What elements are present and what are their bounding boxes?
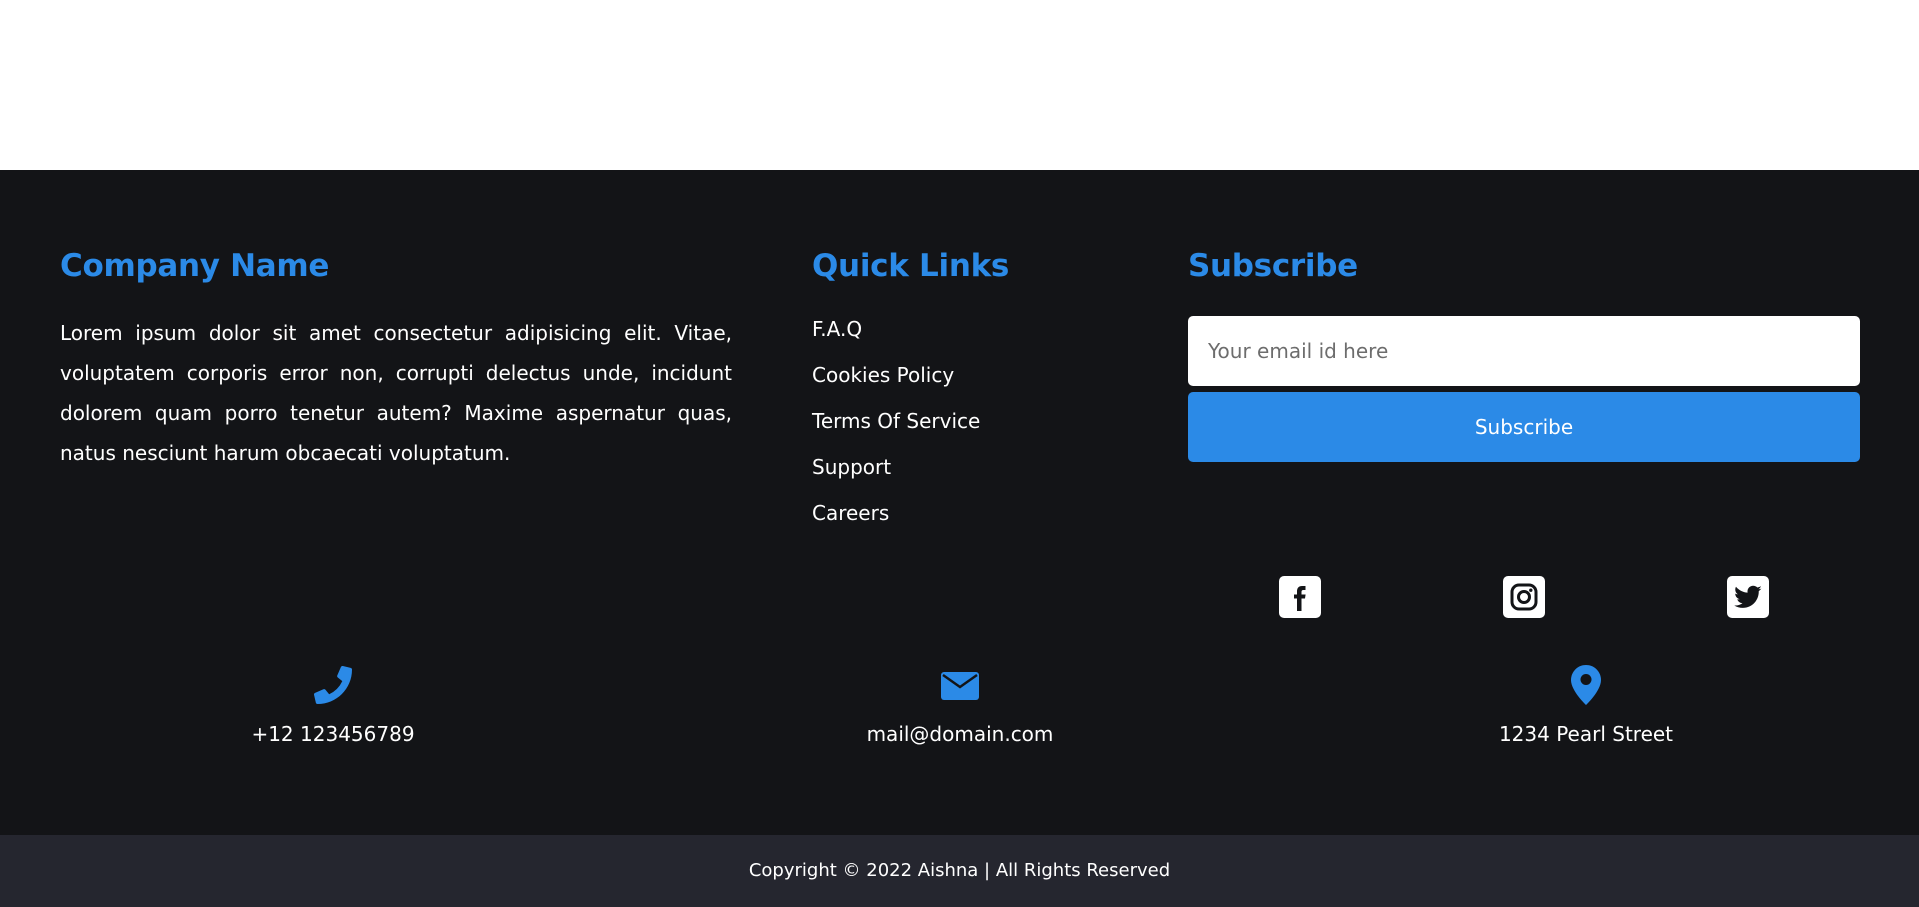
company-section: Company Name Lorem ipsum dolor sit amet … <box>60 245 732 473</box>
quick-link-cookies-policy[interactable]: Cookies Policy <box>812 359 1112 405</box>
facebook-link[interactable] <box>1279 576 1321 618</box>
contact-phone-text: +12 123456789 <box>251 722 415 746</box>
contact-address: 1234 Pearl Street <box>1386 665 1786 749</box>
contact-email: mail@domain.com <box>760 665 1160 749</box>
quick-link-terms-of-service[interactable]: Terms Of Service <box>812 405 1112 451</box>
subscribe-heading: Subscribe <box>1188 248 1358 284</box>
envelope-icon <box>941 672 979 700</box>
contact-email-text: mail@domain.com <box>866 722 1054 746</box>
subscribe-button[interactable]: Subscribe <box>1188 392 1860 462</box>
contact-phone: +12 123456789 <box>133 665 533 749</box>
quick-link-faq[interactable]: F.A.Q <box>812 313 1112 359</box>
quick-link-support[interactable]: Support <box>812 451 1112 497</box>
instagram-link[interactable] <box>1503 576 1545 618</box>
social-links <box>1188 576 1860 618</box>
email-input[interactable] <box>1188 316 1860 386</box>
subscribe-section: Subscribe Subscribe <box>1188 245 1860 618</box>
quick-links-heading: Quick Links <box>812 248 1010 284</box>
company-heading: Company Name <box>60 248 330 284</box>
quick-link-careers[interactable]: Careers <box>812 497 1112 543</box>
facebook-icon <box>1294 586 1306 611</box>
quick-links-section: Quick Links F.A.Q Cookies Policy Terms O… <box>812 245 1112 543</box>
phone-icon <box>314 666 352 704</box>
copyright-text: Copyright © 2022 Aishna | All Rights Res… <box>748 860 1171 881</box>
contact-address-text: 1234 Pearl Street <box>1498 722 1674 746</box>
map-pin-icon <box>1571 665 1601 705</box>
page-top-blank-area <box>0 0 1919 170</box>
site-footer: Company Name Lorem ipsum dolor sit amet … <box>0 170 1919 835</box>
twitter-link[interactable] <box>1727 576 1769 618</box>
quick-links-list: F.A.Q Cookies Policy Terms Of Service Su… <box>812 313 1112 543</box>
copyright-bar: Copyright © 2022 Aishna | All Rights Res… <box>0 835 1919 907</box>
company-about-text: Lorem ipsum dolor sit amet consectetur a… <box>60 321 732 465</box>
instagram-icon <box>1510 583 1538 611</box>
twitter-icon <box>1734 585 1762 608</box>
